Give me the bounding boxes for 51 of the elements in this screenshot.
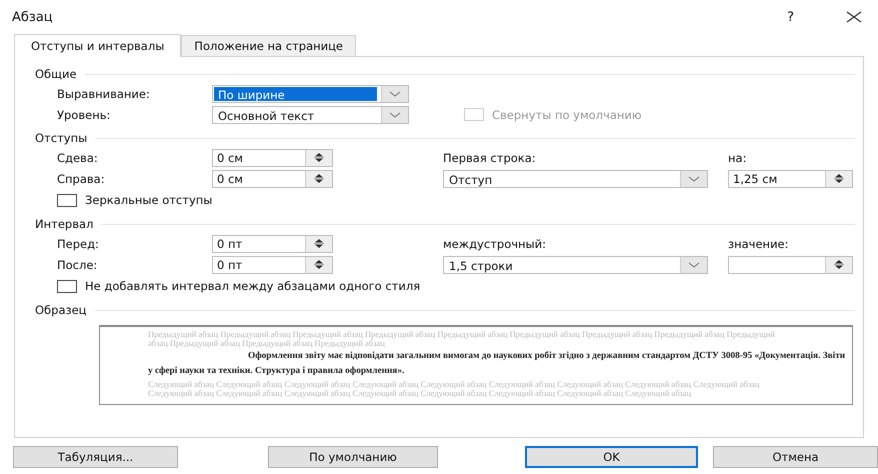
dropdown[interactable]: Отступ [443, 170, 708, 188]
dropdown[interactable]: По ширине [212, 84, 409, 102]
field-label: Перед: [57, 236, 100, 250]
section-title: Отступы [35, 131, 88, 145]
help-button[interactable]: ? [787, 10, 794, 24]
spin-arrows-icon [314, 238, 324, 249]
field-label: Выравнивание: [57, 86, 151, 100]
section-title: Образец [35, 303, 87, 317]
checkbox[interactable] [57, 280, 77, 292]
tab[interactable]: Отступы и интервалы [14, 34, 182, 57]
dropdown[interactable]: 1,5 строки [443, 256, 708, 274]
chevron-icon [389, 112, 401, 118]
field-label: значение: [728, 236, 790, 250]
spin-field[interactable]: 1,25 см [728, 170, 853, 188]
field-label: Первая строка: [443, 150, 536, 164]
field-label: на: [728, 150, 748, 164]
checkbox-label: Не добавлять интервал между абзацами одного стиля [85, 279, 420, 293]
spin-field[interactable]: 0 см [212, 170, 333, 188]
spin-arrows-icon [314, 173, 324, 184]
spin-field[interactable]: 0 см [212, 148, 333, 166]
dialog-button[interactable]: Отмена [713, 446, 878, 468]
dialog-button[interactable]: OK [525, 446, 698, 468]
tab[interactable]: Положение на странице [181, 35, 356, 56]
section-title: Интервал [35, 217, 94, 231]
chevron-icon [688, 176, 700, 182]
section-title: Общие [35, 67, 77, 81]
field-label: Уровень: [57, 108, 112, 122]
checkbox[interactable] [57, 194, 77, 206]
dropdown[interactable]: Основной текст [212, 106, 409, 124]
spin-field[interactable]: 0 пт [212, 256, 333, 274]
checkbox-label: Зеркальные отступы [85, 193, 212, 207]
field-label: Справа: [57, 172, 106, 186]
chevron-icon [688, 262, 700, 268]
preview-paragraph: Оформлення звіту має відповідати загальним вимогам до наукових робіт згідно з державним стандартом ДСТУ 3008-95 «Документація. Звіти у сфері науки та техніки. Структура і правила оформлення». [148, 350, 846, 378]
dialog-button[interactable]: Табуляция... [13, 446, 178, 468]
field-label: междустрочный: [443, 236, 546, 250]
preview-text: Предыдущий абзац Предыдущий абзац Предыдущий абзац Предыдущий абзац Предыдущий абзац Предыдущий абзац Предыдущий абзац Предыдущий абзац Предыдущий абзац Предыдущий абзац Предыдущий абзац Предыдущий абзац [148, 330, 776, 348]
close-icon[interactable] [846, 11, 862, 23]
field-label: Сдева: [57, 150, 99, 164]
spin-arrows-icon [314, 152, 324, 163]
field-label: После: [57, 258, 98, 272]
preview-text: Следующий абзац Следующий абзац Следующий абзац Следующий абзац Следующий абзац Следующий абзац Следующий абзац Следующий абзац Следующий абзац Следующий абзац Следующий абзац Следующий абзац Следующий абзац Следующий абзац Следующий абзац Следующий абзац Следующий абзац [148, 380, 760, 398]
spin-field[interactable]: 0 пт [212, 234, 333, 252]
dialog-button[interactable]: По умолчанию [268, 446, 438, 468]
spin-arrows-icon [314, 259, 324, 270]
spin-field[interactable] [728, 256, 853, 274]
spin-arrows-icon [834, 173, 844, 184]
spin-arrows-icon [834, 259, 844, 270]
checkbox-label: Свернуты по умолчанию [492, 108, 642, 122]
chevron-icon [389, 90, 401, 96]
window-title: Абзац [12, 10, 54, 24]
